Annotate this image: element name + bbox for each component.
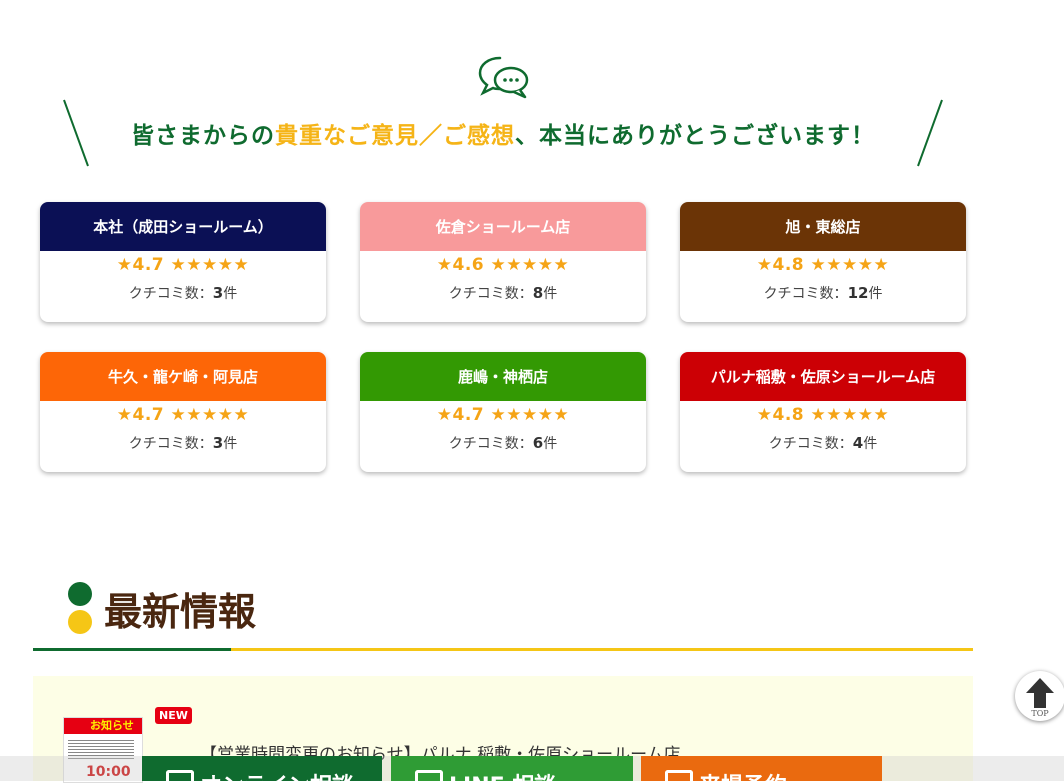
- review-count-value: 3: [212, 434, 224, 452]
- reviews-headline-block: 皆さまからの貴重なご意見／ご感想、本当にありがとうございます！: [60, 98, 946, 170]
- review-count-value: 3: [212, 284, 224, 302]
- thumbnail-banner: お知らせ: [64, 718, 142, 734]
- new-badge: NEW: [155, 707, 192, 724]
- store-card-asahi[interactable]: 旭・東総店 ★4.8 ★★★★★ クチコミ数：12件: [680, 202, 966, 322]
- reviews-headline: 皆さまからの貴重なご意見／ご感想、本当にありがとうございます！: [100, 116, 906, 150]
- review-unit: 件: [223, 436, 238, 452]
- right-slash-decoration: [917, 99, 943, 167]
- review-count: クチコミ数：6件: [360, 433, 646, 453]
- store-card-header: パルナ稲敷・佐原ショールーム店: [680, 352, 966, 401]
- review-unit: 件: [868, 286, 883, 302]
- review-count-value: 12: [847, 284, 869, 302]
- review-unit: 件: [543, 436, 558, 452]
- review-unit: 件: [543, 286, 558, 302]
- store-card-sakura[interactable]: 佐倉ショールーム店 ★4.6 ★★★★★ クチコミ数：8件: [360, 202, 646, 322]
- review-label: クチコミ数：: [763, 286, 848, 302]
- headline-part2: 貴重なご意見／ご感想: [275, 123, 515, 149]
- store-rating: ★4.8 ★★★★★: [756, 255, 890, 275]
- heading-underline-yellow: [231, 648, 973, 651]
- review-label: クチコミ数：: [128, 286, 213, 302]
- yellow-dot-icon: [68, 610, 92, 634]
- review-count: クチコミ数：3件: [40, 283, 326, 303]
- store-card-header: 牛久・龍ケ崎・阿見店: [40, 352, 326, 401]
- heading-underline-green: [33, 648, 231, 651]
- arrow-up-icon: [1026, 678, 1054, 708]
- store-card-honsha[interactable]: 本社（成田ショールーム） ★4.7 ★★★★★ クチコミ数：3件: [40, 202, 326, 322]
- headline-part3: 、本当にありがとうございます！: [515, 123, 875, 149]
- headline-part1: 皆さまからの: [131, 123, 275, 149]
- review-count: クチコミ数：12件: [680, 283, 966, 303]
- phone-icon: [415, 770, 443, 781]
- review-label: クチコミ数：: [768, 436, 853, 452]
- online-consultation-label: オンライン相談: [200, 768, 354, 781]
- house-icon: [665, 770, 693, 781]
- store-card-header: 鹿嶋・神栖店: [360, 352, 646, 401]
- review-label: クチコミ数：: [448, 436, 533, 452]
- store-card-header: 本社（成田ショールーム）: [40, 202, 326, 251]
- review-unit: 件: [223, 286, 238, 302]
- review-label: クチコミ数：: [448, 286, 533, 302]
- chat-bubbles-icon: [478, 56, 529, 99]
- store-rating: ★4.8 ★★★★★: [756, 405, 890, 425]
- store-card-header: 佐倉ショールーム店: [360, 202, 646, 251]
- review-count: クチコミ数：4件: [680, 433, 966, 453]
- visit-reservation-button[interactable]: 来場予約: [641, 756, 882, 781]
- store-card-kashima[interactable]: 鹿嶋・神栖店 ★4.7 ★★★★★ クチコミ数：6件: [360, 352, 646, 472]
- review-count: クチコミ数：8件: [360, 283, 646, 303]
- store-rating: ★4.6 ★★★★★: [436, 255, 570, 275]
- review-count-value: 6: [532, 434, 544, 452]
- line-consultation-button[interactable]: LINE 相談: [391, 756, 633, 781]
- store-rating: ★4.7 ★★★★★: [436, 405, 570, 425]
- store-card-inashiki[interactable]: パルナ稲敷・佐原ショールーム店 ★4.8 ★★★★★ クチコミ数：4件: [680, 352, 966, 472]
- monitor-icon: [166, 770, 194, 781]
- review-label: クチコミ数：: [128, 436, 213, 452]
- top-label: TOP: [1031, 709, 1049, 718]
- review-count-value: 4: [852, 434, 864, 452]
- store-card-header: 旭・東総店: [680, 202, 966, 251]
- visit-reservation-label: 来場予約: [699, 768, 787, 781]
- line-consultation-label: LINE 相談: [449, 768, 556, 781]
- green-dot-icon: [68, 582, 92, 606]
- left-slash-decoration: [63, 99, 89, 167]
- store-rating: ★4.7 ★★★★★: [116, 255, 250, 275]
- review-count-value: 8: [532, 284, 544, 302]
- review-unit: 件: [863, 436, 878, 452]
- store-card-ushiku[interactable]: 牛久・龍ケ崎・阿見店 ★4.7 ★★★★★ クチコミ数：3件: [40, 352, 326, 472]
- review-count: クチコミ数：3件: [40, 433, 326, 453]
- store-rating: ★4.7 ★★★★★: [116, 405, 250, 425]
- scroll-to-top-button[interactable]: TOP: [1015, 671, 1064, 721]
- news-section-title: 最新情報: [104, 590, 257, 634]
- online-consultation-button[interactable]: オンライン相談: [142, 756, 382, 781]
